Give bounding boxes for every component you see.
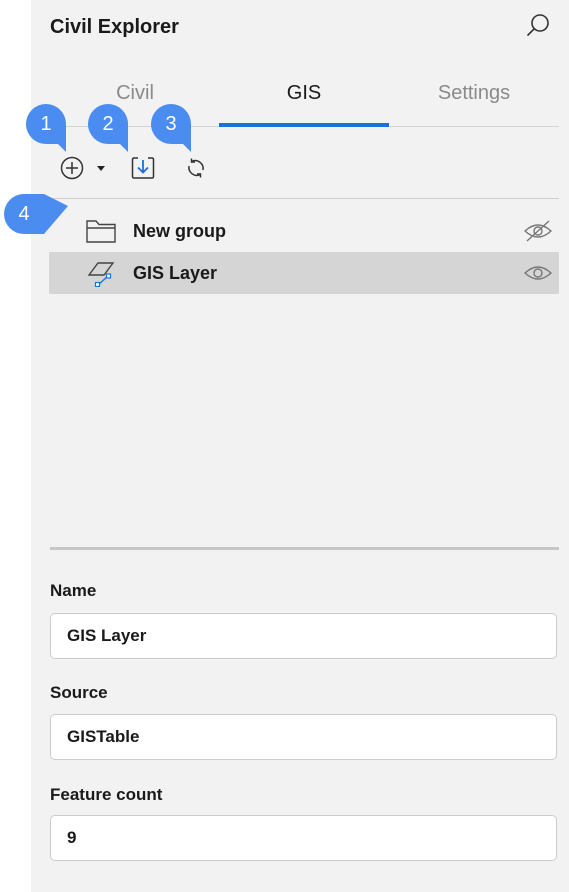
callout-number: 3 xyxy=(165,113,177,135)
source-field[interactable]: GISTable xyxy=(50,714,557,760)
folder-icon xyxy=(85,217,117,245)
tree-item-gis-layer[interactable]: GIS Layer xyxy=(49,252,559,294)
eye-visible-icon[interactable] xyxy=(523,261,553,285)
refresh-icon[interactable] xyxy=(183,155,209,181)
gis-layer-icon xyxy=(85,259,117,288)
tree-item-label: GIS Layer xyxy=(133,263,218,283)
active-tab-indicator xyxy=(219,123,389,127)
callout-2: 2 xyxy=(88,104,130,152)
name-field[interactable]: GIS Layer xyxy=(50,613,557,659)
add-circle-icon[interactable] xyxy=(59,155,85,181)
feature-count-label: Feature count xyxy=(50,785,163,804)
eye-hidden-icon[interactable] xyxy=(523,219,553,243)
panel-title: Civil Explorer xyxy=(50,16,179,38)
caret-down-icon[interactable] xyxy=(93,160,109,176)
callout-1: 1 xyxy=(26,104,68,152)
callout-number: 1 xyxy=(40,113,52,135)
search-icon[interactable] xyxy=(525,12,551,38)
callout-4: 4 xyxy=(4,194,68,234)
name-label: Name xyxy=(50,581,97,600)
tab-gis[interactable]: GIS xyxy=(219,82,389,112)
callout-3: 3 xyxy=(151,104,193,152)
import-icon[interactable] xyxy=(129,154,157,182)
callout-number: 4 xyxy=(18,203,30,225)
properties-divider xyxy=(50,547,559,550)
tree-item-new-group[interactable]: New group xyxy=(49,210,559,252)
tree-item-label: New group xyxy=(133,221,226,241)
tab-civil[interactable]: Civil xyxy=(50,82,220,112)
tab-settings[interactable]: Settings xyxy=(389,82,559,112)
source-label: Source xyxy=(50,683,108,702)
callout-number: 2 xyxy=(102,113,114,135)
feature-count-field[interactable]: 9 xyxy=(50,815,557,861)
toolbar-divider xyxy=(50,198,559,199)
